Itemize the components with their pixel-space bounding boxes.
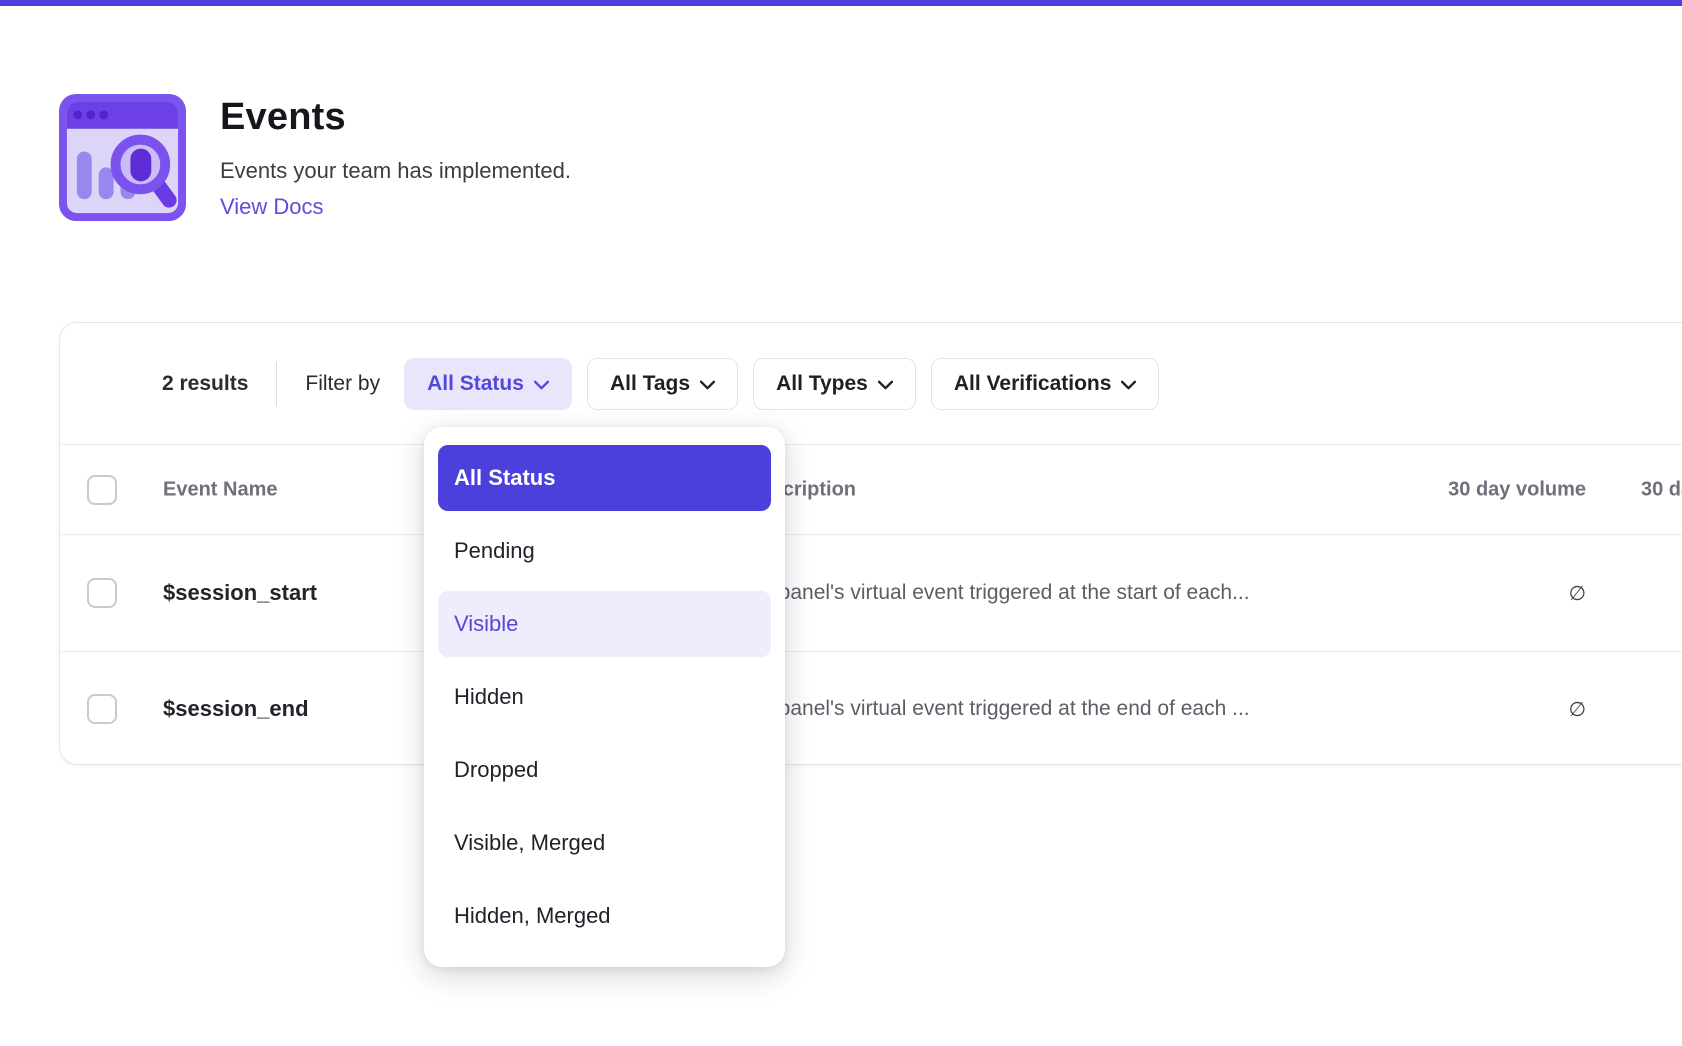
dropdown-item-hidden[interactable]: Hidden xyxy=(438,664,771,730)
select-all-checkbox[interactable] xyxy=(87,475,117,505)
chevron-down-icon xyxy=(700,380,715,390)
results-count: 2 results xyxy=(162,372,248,396)
event-30-day-volume: ∅ xyxy=(1260,581,1586,605)
filter-verifications-button[interactable]: All Verifications xyxy=(931,358,1160,410)
events-app-icon xyxy=(59,94,186,221)
table-row[interactable]: $session_end Mixpanel's virtual event tr… xyxy=(60,651,1682,765)
table-row[interactable]: $session_start Mixpanel's virtual event … xyxy=(60,534,1682,651)
event-name: $session_end xyxy=(163,696,309,722)
filter-types-label: All Types xyxy=(776,372,868,396)
event-description: Mixpanel's virtual event triggered at th… xyxy=(746,581,1250,605)
dropdown-item-pending[interactable]: Pending xyxy=(438,518,771,584)
chevron-down-icon xyxy=(878,380,893,390)
page-subtitle: Events your team has implemented. xyxy=(220,158,571,184)
row-checkbox[interactable] xyxy=(87,578,117,608)
dropdown-item-hidden-merged[interactable]: Hidden, Merged xyxy=(438,883,771,949)
dropdown-item-visible-merged[interactable]: Visible, Merged xyxy=(438,810,771,876)
events-card: 2 results Filter by All Status All Tags … xyxy=(59,322,1682,765)
dropdown-item-all-status[interactable]: All Status xyxy=(438,445,771,511)
view-docs-link[interactable]: View Docs xyxy=(220,194,324,220)
status-dropdown-menu: All Status Pending Visible Hidden Droppe… xyxy=(424,427,785,967)
row-checkbox[interactable] xyxy=(87,694,117,724)
table-header-row: Event Name Description 30 day volume 30 … xyxy=(60,444,1682,534)
column-header-event-name: Event Name xyxy=(163,478,278,501)
event-description: Mixpanel's virtual event triggered at th… xyxy=(746,697,1250,721)
filter-types-button[interactable]: All Types xyxy=(753,358,916,410)
event-name: $session_start xyxy=(163,580,317,606)
toolbar-divider xyxy=(276,362,277,406)
filter-status-label: All Status xyxy=(427,372,524,396)
filter-verifications-label: All Verifications xyxy=(954,372,1112,396)
filter-status-button[interactable]: All Status xyxy=(404,358,572,410)
top-accent-bar xyxy=(0,0,1682,6)
event-30-day-volume: ∅ xyxy=(1260,697,1586,721)
chevron-down-icon xyxy=(534,380,549,390)
filter-by-label: Filter by xyxy=(305,372,380,396)
dropdown-item-visible[interactable]: Visible xyxy=(438,591,771,657)
column-header-30-day-volume: 30 day volume xyxy=(1260,478,1586,501)
dropdown-item-dropped[interactable]: Dropped xyxy=(438,737,771,803)
chevron-down-icon xyxy=(1121,380,1136,390)
column-header-clipped: 30 day xyxy=(1641,478,1682,501)
filter-tags-label: All Tags xyxy=(610,372,690,396)
filter-toolbar: 2 results Filter by All Status All Tags … xyxy=(60,323,1682,444)
page-title: Events xyxy=(220,96,346,139)
filter-tags-button[interactable]: All Tags xyxy=(587,358,738,410)
